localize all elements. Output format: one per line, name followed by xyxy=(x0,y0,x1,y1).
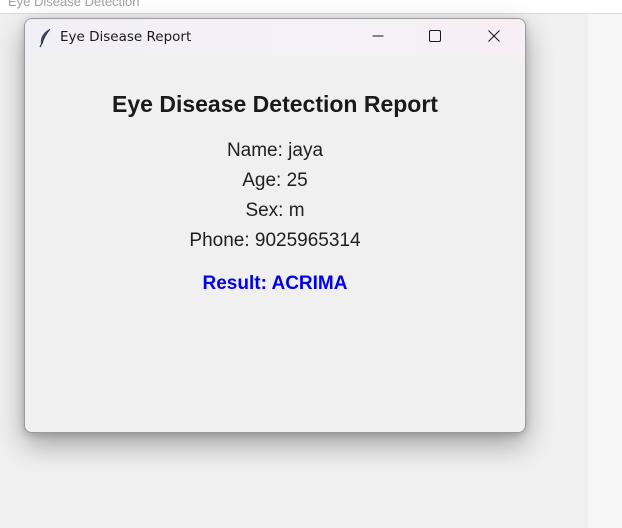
dialog-titlebar[interactable]: Eye Disease Report xyxy=(25,19,525,56)
minimize-icon xyxy=(372,29,384,47)
detection-result: Result: ACRIMA xyxy=(202,273,348,294)
patient-sex: Sex: m xyxy=(245,200,305,221)
patient-age: Age: 25 xyxy=(242,170,308,191)
window-title: Eye Disease Report xyxy=(60,29,192,45)
patient-phone: Phone: 9025965314 xyxy=(189,230,361,251)
report-content: Eye Disease Detection Report Name: jaya … xyxy=(25,56,525,432)
maximize-button[interactable] xyxy=(412,19,458,56)
report-dialog: Eye Disease Report Eye Disease Detection… xyxy=(24,18,526,433)
feather-icon xyxy=(37,28,53,48)
close-icon xyxy=(488,29,500,47)
maximize-icon xyxy=(429,29,441,47)
report-heading: Eye Disease Detection Report xyxy=(112,91,438,117)
background-window-titlebar: Eye Disease Detection xyxy=(0,0,622,14)
patient-name: Name: jaya xyxy=(226,140,324,161)
background-window-title: Eye Disease Detection xyxy=(8,0,140,9)
minimize-button[interactable] xyxy=(355,19,401,56)
close-button[interactable] xyxy=(471,19,517,56)
background-window-panel xyxy=(588,14,622,528)
